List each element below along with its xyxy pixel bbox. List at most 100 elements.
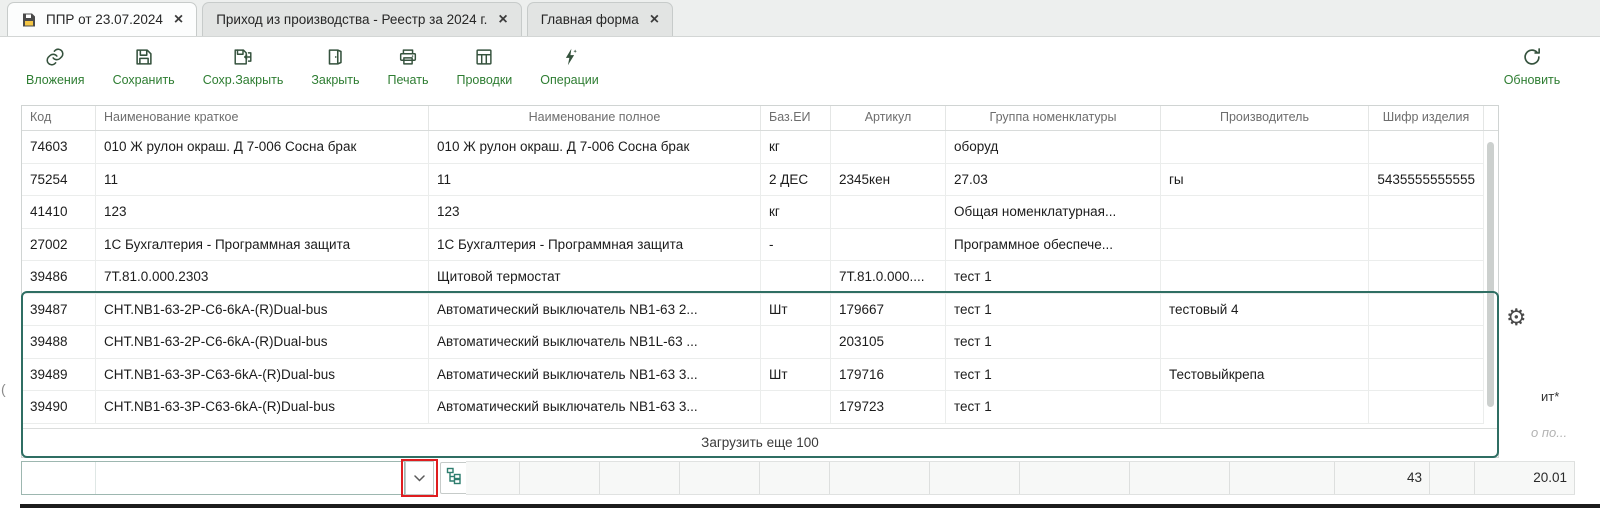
nomenclature-table: Код Наименование краткое Наименование по… — [21, 105, 1499, 458]
table-cell: тестовый 4 — [1161, 294, 1369, 327]
button-label: Сохранить — [113, 73, 175, 87]
table-cell: 5435555555555 — [1369, 164, 1484, 197]
save-icon — [133, 45, 155, 69]
tab-close-icon[interactable]: × — [498, 12, 507, 28]
toolbar: Вложения Сохранить Сохр.Закрыть Закрыть — [0, 38, 1600, 102]
tab-ppr-document[interactable]: ППР от 23.07.2024 × — [7, 2, 197, 36]
button-label: Сохр.Закрыть — [203, 73, 284, 87]
table-cell — [831, 131, 946, 164]
table-cell: 11 — [429, 164, 761, 197]
bottom-grid-cell — [680, 462, 760, 494]
hierarchy-view-button[interactable] — [440, 462, 468, 494]
load-more-button[interactable]: Загрузить еще 100 — [22, 428, 1498, 457]
column-header-base-unit[interactable]: Баз.ЕИ — [761, 106, 831, 130]
table-cell: 11 — [96, 164, 429, 197]
table-cell: 27002 — [22, 229, 96, 262]
table-cell — [831, 196, 946, 229]
table-row[interactable]: 270021С Бухгалтерия - Программная защита… — [22, 229, 1498, 262]
table-cell: Тестовыйкрепа — [1161, 359, 1369, 392]
table-row[interactable]: 74603010 Ж рулон окраш. Д 7-006 Сосна бр… — [22, 131, 1498, 164]
table-cell: 123 — [429, 196, 761, 229]
close-button[interactable]: Закрыть — [311, 45, 359, 87]
chevron-down-icon — [414, 469, 425, 487]
table-cell: тест 1 — [946, 261, 1161, 294]
column-header-short-name[interactable]: Наименование краткое — [96, 106, 429, 130]
table-cell — [1369, 359, 1484, 392]
button-label: Печать — [388, 73, 429, 87]
vertical-scrollbar[interactable] — [1487, 132, 1495, 427]
refresh-icon — [1521, 45, 1543, 69]
table-cell — [1369, 131, 1484, 164]
scrollbar-thumb[interactable] — [1487, 142, 1494, 407]
table-cell — [1369, 294, 1484, 327]
truncated-field-label: ит* — [1541, 389, 1559, 404]
table-cell: CHT.NB1-63-3P-C63-6kA-(R)Dual-bus — [96, 359, 429, 392]
column-header-manufacturer[interactable]: Производитель — [1161, 106, 1369, 130]
table-cell: Шт — [761, 294, 831, 327]
bottom-grid-row: 4320.01 — [466, 461, 1575, 495]
table-cell: тест 1 — [946, 391, 1161, 424]
table-cell — [1369, 229, 1484, 262]
tab-main-form[interactable]: Главная форма × — [527, 2, 673, 36]
table-row[interactable]: 39489CHT.NB1-63-3P-C63-6kA-(R)Dual-busАв… — [22, 359, 1498, 392]
refresh-button[interactable]: Обновить — [1497, 45, 1567, 87]
table-cell — [761, 391, 831, 424]
tab-close-icon[interactable]: × — [650, 12, 659, 28]
tab-prihod-registry[interactable]: Приход из производства - Реестр за 2024 … — [202, 2, 522, 36]
table-row[interactable]: 39488CHT.NB1-63-2P-C6-6kA-(R)Dual-busАвт… — [22, 326, 1498, 359]
table-cell: 27.03 — [946, 164, 1161, 197]
table-cell: кг — [761, 131, 831, 164]
attachments-button[interactable]: Вложения — [26, 45, 85, 87]
save-close-button[interactable]: Сохр.Закрыть — [203, 45, 284, 87]
save-button[interactable]: Сохранить — [113, 45, 175, 87]
column-header-code[interactable]: Код — [22, 106, 96, 130]
button-label: Обновить — [1504, 73, 1561, 87]
attachments-icon — [44, 45, 66, 69]
tab-close-icon[interactable]: × — [174, 12, 183, 28]
table-cell: Автоматический выключатель NB1L-63 ... — [429, 326, 761, 359]
operations-button[interactable]: Операции — [540, 45, 598, 87]
table-cell: Щитовой термостат — [429, 261, 761, 294]
table-cell — [1369, 196, 1484, 229]
table-cell: тест 1 — [946, 326, 1161, 359]
column-header-group[interactable]: Группа номенклатуры — [946, 106, 1161, 130]
left-edge-handle[interactable]: ( — [1, 381, 6, 397]
table-cell: 39489 — [22, 359, 96, 392]
table-cell: кг — [761, 196, 831, 229]
table-cell — [761, 261, 831, 294]
bottom-grid-cell: 20.01 — [1475, 462, 1575, 494]
gear-icon[interactable]: ⚙ — [1506, 306, 1527, 329]
quick-name-input[interactable] — [96, 462, 404, 494]
button-label: Операции — [540, 73, 598, 87]
table-cell: 123 — [96, 196, 429, 229]
table-row[interactable]: 41410123123кгОбщая номенклатурная... — [22, 196, 1498, 229]
column-header-full-name[interactable]: Наименование полное — [429, 106, 761, 130]
bottom-grid-cell — [600, 462, 680, 494]
postings-grid-icon — [473, 45, 495, 69]
bottom-grid-cell — [520, 462, 600, 494]
save-close-icon — [232, 45, 254, 69]
column-header-article[interactable]: Артикул — [831, 106, 946, 130]
table-cell — [1161, 196, 1369, 229]
table-cell — [1161, 326, 1369, 359]
table-row[interactable]: 7525411112 ДЕС2345кен27.03гы543555555555… — [22, 164, 1498, 197]
table-cell: 39486 — [22, 261, 96, 294]
table-cell: Автоматический выключатель NB1-63 2... — [429, 294, 761, 327]
quick-code-input[interactable] — [22, 462, 96, 494]
bottom-grid-cell — [1430, 462, 1475, 494]
table-cell — [1161, 131, 1369, 164]
table-cell — [1369, 326, 1484, 359]
bottom-grid-cell — [830, 462, 930, 494]
column-header-product-code[interactable]: Шифр изделия — [1369, 106, 1484, 130]
print-icon — [397, 45, 419, 69]
hierarchy-icon — [445, 466, 464, 490]
print-button[interactable]: Печать — [388, 45, 429, 87]
tab-label: ППР от 23.07.2024 — [46, 12, 163, 27]
table-row[interactable]: 39490CHT.NB1-63-3P-C63-6kA-(R)Dual-busАв… — [22, 391, 1498, 424]
postings-button[interactable]: Проводки — [456, 45, 512, 87]
table-row[interactable]: 394867Т.81.0.000.2303Щитовой термостат7Т… — [22, 261, 1498, 294]
table-row[interactable]: 39487CHT.NB1-63-2P-C6-6kA-(R)Dual-busАвт… — [22, 294, 1498, 327]
combo-dropdown-button[interactable] — [405, 461, 434, 495]
table-cell: тест 1 — [946, 294, 1161, 327]
table-cell: Автоматический выключатель NB1-63 3... — [429, 359, 761, 392]
